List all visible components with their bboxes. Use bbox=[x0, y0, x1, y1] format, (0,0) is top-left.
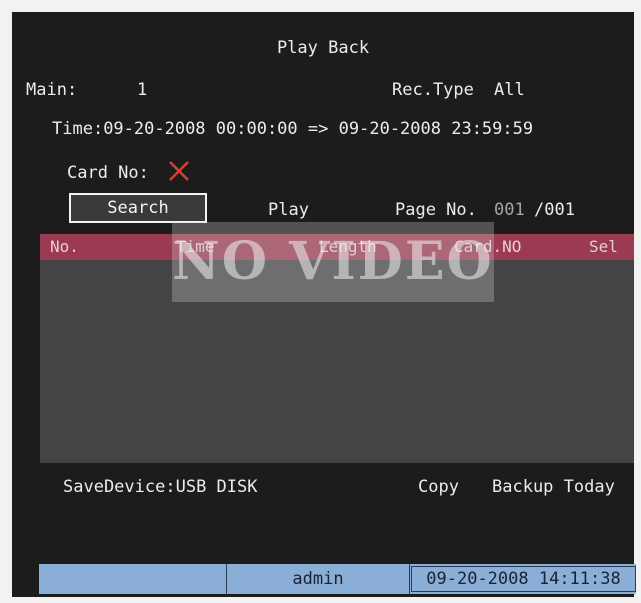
play-button[interactable]: Play bbox=[268, 200, 309, 220]
main-channel-label: Main: bbox=[26, 80, 78, 100]
column-header-no: No. bbox=[50, 237, 79, 256]
dvr-screen: Play Back Main: 1 Rec.Type All Time:09-2… bbox=[0, 0, 641, 603]
column-header-sel: Sel bbox=[589, 237, 618, 256]
save-device-label: SaveDevice: bbox=[63, 477, 176, 497]
time-arrow: => bbox=[307, 119, 329, 139]
time-label: Time: bbox=[52, 119, 104, 139]
rec-type-label: Rec.Type bbox=[392, 80, 474, 100]
search-button[interactable]: Search bbox=[69, 193, 207, 223]
status-segment bbox=[39, 564, 227, 594]
time-end-field[interactable]: 09-20-2008 23:59:59 bbox=[339, 119, 533, 139]
time-start-field[interactable]: 09-20-2008 00:00:00 bbox=[103, 119, 297, 139]
copy-button[interactable]: Copy bbox=[418, 477, 459, 497]
status-bar: admin 09-20-2008 14:11:38 bbox=[39, 564, 636, 594]
page-total: /001 bbox=[534, 200, 575, 220]
time-range-row: Time:09-20-2008 00:00:00 => 09-20-2008 2… bbox=[52, 119, 533, 139]
page-title: Play Back bbox=[276, 38, 370, 58]
status-datetime: 09-20-2008 14:11:38 bbox=[411, 566, 636, 592]
status-user: admin bbox=[227, 564, 410, 594]
no-video-overlay: NO VIDEO bbox=[172, 222, 494, 302]
save-device-row: SaveDevice:USB DISK bbox=[63, 477, 257, 497]
page-no-label: Page No. bbox=[395, 200, 477, 220]
backup-today-button[interactable]: Backup Today bbox=[492, 477, 615, 497]
page-current-field[interactable]: 001 bbox=[494, 200, 525, 220]
save-device-value[interactable]: USB DISK bbox=[176, 477, 258, 497]
rec-type-value[interactable]: All bbox=[494, 80, 525, 100]
close-icon[interactable] bbox=[166, 158, 192, 184]
playback-panel: Play Back Main: 1 Rec.Type All Time:09-2… bbox=[12, 12, 636, 597]
card-no-label: Card No: bbox=[67, 163, 149, 183]
main-channel-value[interactable]: 1 bbox=[137, 80, 147, 100]
